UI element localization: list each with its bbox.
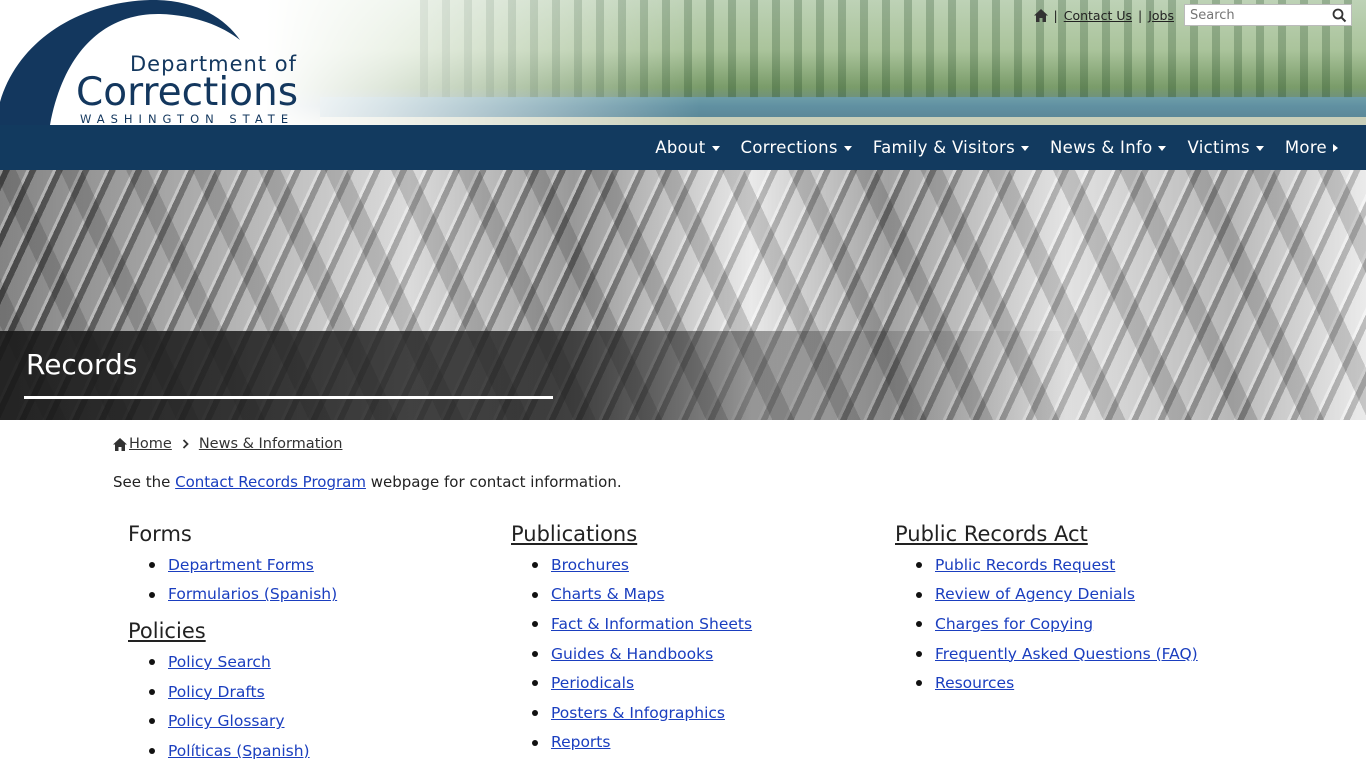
publications-heading-link[interactable]: Publications — [511, 522, 637, 546]
column-publications: Publications Brochures Charts & Maps Fac… — [511, 522, 871, 757]
caret-down-icon — [711, 146, 720, 151]
nav-item-about[interactable]: About — [655, 138, 720, 157]
contact-us-link[interactable]: Contact Us — [1064, 8, 1132, 23]
public-records-request-link[interactable]: Public Records Request — [935, 556, 1115, 574]
site-header: Department of Corrections WASHINGTON STA… — [0, 0, 1366, 125]
column-public-records-act: Public Records Act Public Records Reques… — [895, 522, 1255, 698]
nav-item-label: Victims — [1187, 138, 1250, 157]
page-title-underline — [24, 396, 553, 399]
forms-heading: Forms — [128, 522, 192, 546]
intro-after: webpage for contact information. — [365, 473, 622, 491]
list-item: Department Forms — [148, 550, 488, 580]
nav-item-label: About — [655, 138, 706, 157]
list-item: Políticas (Spanish) — [148, 736, 488, 766]
publications-heading: Publications — [511, 522, 871, 546]
logo-line-state: WASHINGTON STATE — [80, 112, 295, 125]
review-agency-denials-link[interactable]: Review of Agency Denials — [935, 585, 1135, 603]
pra-heading: Public Records Act — [895, 522, 1255, 546]
utility-separator: | — [1138, 7, 1143, 23]
search-icon[interactable] — [1332, 8, 1347, 23]
list-item: Resources — [915, 668, 1255, 698]
logo-line-corrections: Corrections — [76, 70, 299, 115]
utility-separator: | — [1053, 7, 1058, 23]
nav-item-label: Family & Visitors — [872, 138, 1015, 157]
list-item: Brochures — [531, 550, 871, 580]
breadcrumb: Home News & Information — [113, 436, 342, 452]
policies-list: Policy Search Policy Drafts Policy Gloss… — [148, 647, 488, 765]
list-item: Fact & Information Sheets — [531, 609, 871, 639]
resources-link[interactable]: Resources — [935, 674, 1014, 692]
main-nav-list: About Corrections Family & Visitors News… — [655, 125, 1338, 170]
list-item: Reports — [531, 728, 871, 758]
list-item: Charts & Maps — [531, 580, 871, 610]
charges-copying-link[interactable]: Charges for Copying — [935, 615, 1093, 633]
nav-item-label: More — [1284, 138, 1327, 157]
list-item: Policy Drafts — [148, 677, 488, 707]
list-item: Policy Search — [148, 647, 488, 677]
page-title: Records — [26, 348, 138, 381]
list-item: Policy Glossary — [148, 706, 488, 736]
list-item: Charges for Copying — [915, 609, 1255, 639]
policies-heading-link[interactable]: Policies — [128, 619, 206, 643]
jobs-link[interactable]: Jobs — [1148, 8, 1174, 23]
intro-before: See the — [113, 473, 176, 491]
nav-item-corrections[interactable]: Corrections — [741, 138, 852, 157]
search-input[interactable] — [1185, 5, 1325, 25]
nav-item-more[interactable]: More — [1285, 138, 1338, 157]
caret-down-icon — [1021, 146, 1029, 151]
formularios-link[interactable]: Formularios (Spanish) — [168, 585, 337, 603]
caret-down-icon — [1255, 146, 1264, 151]
main-nav: About Corrections Family & Visitors News… — [0, 125, 1366, 170]
policies-heading: Policies — [128, 619, 488, 643]
forms-list: Department Forms Formularios (Spanish) — [148, 550, 488, 609]
breadcrumb-home-icon — [113, 437, 127, 451]
nav-item-label: News & Info — [1050, 138, 1153, 157]
publications-list: Brochures Charts & Maps Fact & Informati… — [531, 550, 871, 757]
policy-search-link[interactable]: Policy Search — [168, 653, 271, 671]
periodicals-link[interactable]: Periodicals — [551, 674, 634, 692]
chevron-right-icon — [182, 439, 189, 449]
fact-sheets-link[interactable]: Fact & Information Sheets — [551, 615, 752, 633]
column-forms-policies: Forms Department Forms Formularios (Span… — [128, 522, 488, 766]
politicas-link[interactable]: Políticas (Spanish) — [168, 742, 310, 760]
charts-maps-link[interactable]: Charts & Maps — [551, 585, 664, 603]
nav-item-label: Corrections — [740, 138, 838, 157]
breadcrumb-news-link[interactable]: News & Information — [199, 436, 343, 452]
faq-link[interactable]: Frequently Asked Questions (FAQ) — [935, 645, 1198, 663]
utility-links: | Contact Us | Jobs — [1033, 4, 1352, 26]
contact-records-program-link[interactable]: Contact Records Program — [175, 473, 366, 491]
list-item: Formularios (Spanish) — [148, 580, 488, 610]
banner-title-strip — [0, 331, 1366, 420]
posters-infographics-link[interactable]: Posters & Infographics — [551, 704, 725, 722]
guides-handbooks-link[interactable]: Guides & Handbooks — [551, 645, 713, 663]
nav-item-news-info[interactable]: News & Info — [1050, 138, 1167, 157]
brochures-link[interactable]: Brochures — [551, 556, 629, 574]
agency-logo[interactable]: Department of Corrections WASHINGTON STA… — [0, 0, 330, 125]
caret-down-icon — [843, 146, 852, 151]
home-icon[interactable] — [1033, 8, 1048, 22]
list-item: Public Records Request — [915, 550, 1255, 580]
pra-list: Public Records Request Review of Agency … — [915, 550, 1255, 698]
nav-item-victims[interactable]: Victims — [1187, 138, 1264, 157]
policy-drafts-link[interactable]: Policy Drafts — [168, 683, 265, 701]
list-item: Posters & Infographics — [531, 698, 871, 728]
list-item: Frequently Asked Questions (FAQ) — [915, 639, 1255, 669]
list-item: Periodicals — [531, 668, 871, 698]
nav-item-family-visitors[interactable]: Family & Visitors — [873, 138, 1029, 157]
breadcrumb-home-link[interactable]: Home — [129, 436, 172, 452]
list-item: Guides & Handbooks — [531, 639, 871, 669]
caret-down-icon — [1158, 146, 1167, 151]
reports-link[interactable]: Reports — [551, 733, 610, 751]
department-forms-link[interactable]: Department Forms — [168, 556, 314, 574]
policy-glossary-link[interactable]: Policy Glossary — [168, 712, 285, 730]
search-box — [1184, 4, 1352, 26]
list-item: Review of Agency Denials — [915, 580, 1255, 610]
pra-heading-link[interactable]: Public Records Act — [895, 522, 1088, 546]
intro-text: See the Contact Records Program webpage … — [113, 473, 622, 491]
page-banner: Records — [0, 170, 1366, 420]
caret-right-icon — [1333, 144, 1338, 152]
